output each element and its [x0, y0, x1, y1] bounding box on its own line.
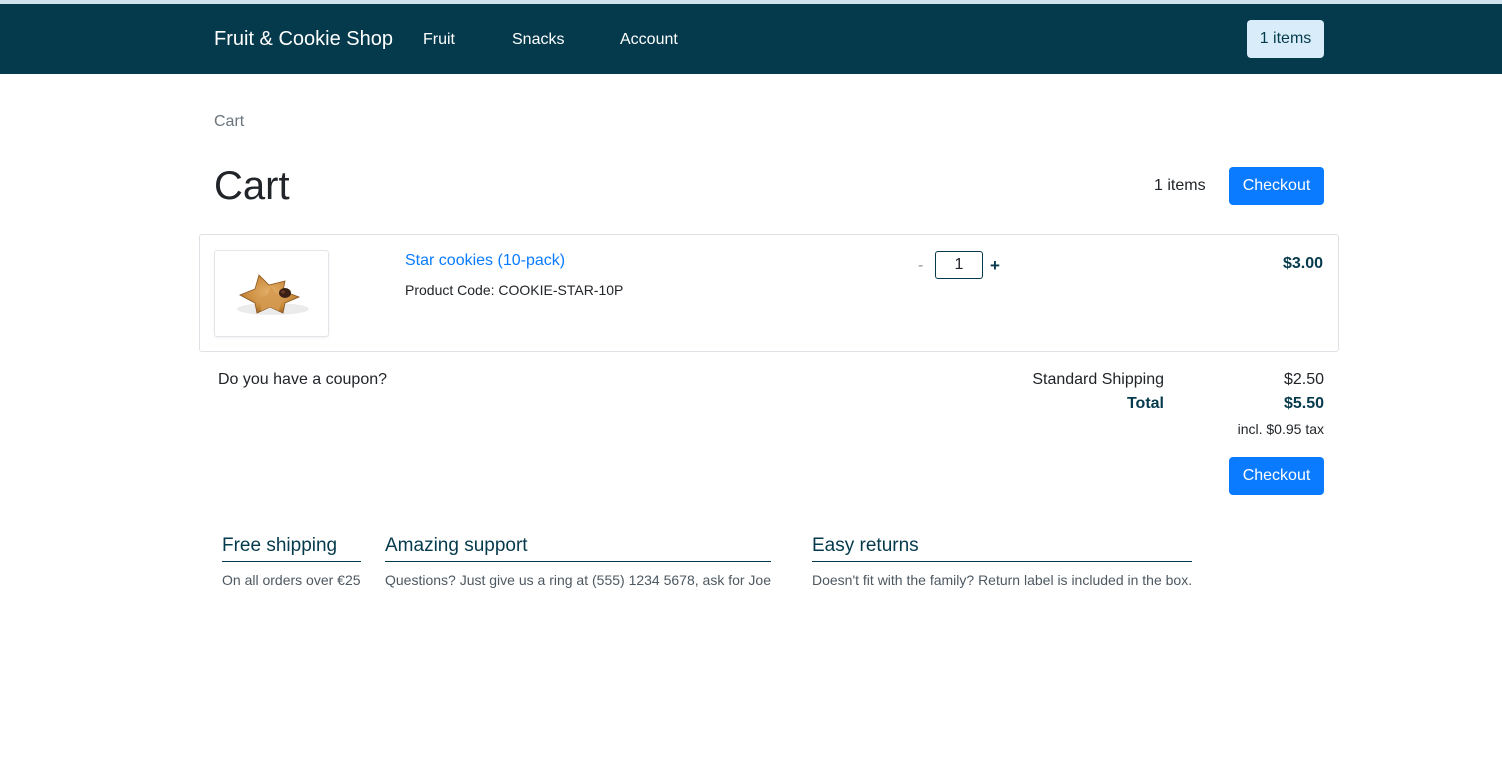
nav-link-snacks[interactable]: Snacks	[512, 31, 564, 49]
page-title: Cart	[214, 164, 290, 208]
cart-item-card: Star cookies (10-pack) Product Code: COO…	[199, 234, 1339, 352]
line-item-price: $3.00	[1282, 255, 1323, 272]
feature-text: On all orders over €25	[222, 572, 361, 588]
breadcrumb: Cart	[214, 113, 245, 130]
checkout-button-top[interactable]: Checkout	[1229, 167, 1324, 205]
feature-title: Easy returns	[812, 535, 1193, 562]
shipping-value: $2.50	[1283, 371, 1324, 388]
checkout-button-bottom[interactable]: Checkout	[1229, 457, 1324, 495]
navbar: Fruit & Cookie Shop Fruit Snacks Account…	[0, 4, 1502, 74]
nav-link-account[interactable]: Account	[620, 31, 678, 49]
cart-badge-button[interactable]: 1 items	[1247, 20, 1324, 58]
nav-link-fruit[interactable]: Fruit	[423, 31, 455, 49]
product-thumbnail[interactable]	[214, 250, 329, 337]
tax-note: incl. $0.95 tax	[1237, 421, 1324, 437]
total-value: $5.50	[1283, 395, 1324, 412]
total-label: Total	[1126, 395, 1164, 412]
feature-text: Doesn't fit with the family? Return labe…	[812, 572, 1193, 588]
feature-text: Questions? Just give us a ring at (555) …	[385, 572, 772, 588]
product-name-link[interactable]: Star cookies (10-pack)	[405, 252, 565, 270]
quantity-decrease-button[interactable]: -	[918, 257, 923, 275]
feature-title: Free shipping	[222, 535, 361, 562]
star-cookie-image	[237, 274, 309, 315]
quantity-increase-button[interactable]: +	[990, 256, 1000, 276]
quantity-input[interactable]	[935, 251, 983, 279]
shipping-label: Standard Shipping	[1032, 371, 1164, 388]
items-count: 1 items	[1154, 177, 1206, 194]
feature-title: Amazing support	[385, 535, 772, 562]
feature-easy-returns: Easy returns Doesn't fit with the family…	[812, 535, 1193, 588]
feature-free-shipping: Free shipping On all orders over €25	[222, 535, 361, 588]
product-code: Product Code: COOKIE-STAR-10P	[405, 282, 624, 298]
brand-link[interactable]: Fruit & Cookie Shop	[214, 28, 393, 51]
coupon-link[interactable]: Do you have a coupon?	[218, 371, 387, 389]
feature-amazing-support: Amazing support Questions? Just give us …	[385, 535, 772, 588]
